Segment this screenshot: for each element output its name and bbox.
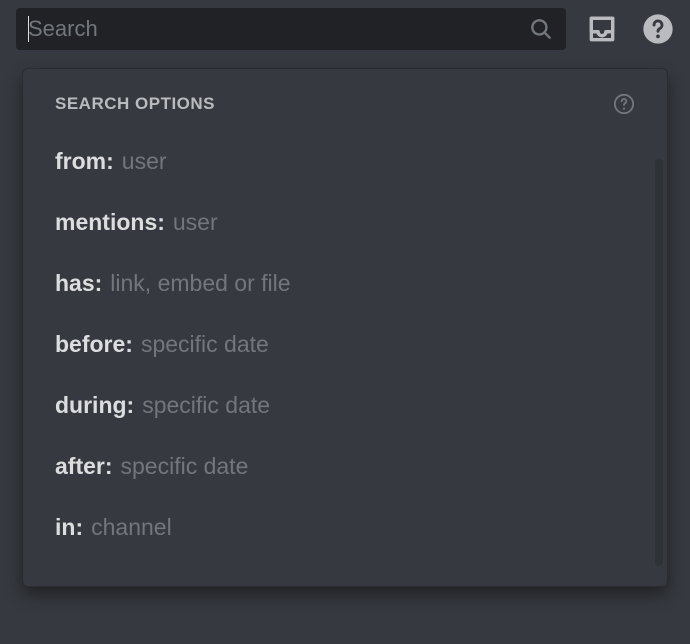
header-icons: [586, 13, 674, 45]
search-icon: [528, 16, 554, 42]
option-key: has:: [55, 270, 102, 297]
search-option-in[interactable]: in: channel: [23, 497, 667, 558]
search-help-icon[interactable]: [613, 93, 635, 115]
search-options-dropdown: SEARCH OPTIONS from: user mentions: user…: [22, 68, 668, 587]
search-option-before[interactable]: before: specific date: [23, 314, 667, 375]
option-key: during:: [55, 392, 134, 419]
scrollbar[interactable]: [655, 159, 663, 566]
option-value: specific date: [142, 392, 270, 419]
option-value: link, embed or file: [110, 270, 290, 297]
search-option-from[interactable]: from: user: [23, 131, 667, 192]
option-value: specific date: [121, 453, 249, 480]
search-container[interactable]: [16, 8, 566, 50]
text-cursor: [28, 16, 29, 42]
search-options-list: from: user mentions: user has: link, emb…: [23, 131, 667, 558]
option-value: channel: [91, 514, 172, 541]
option-key: after:: [55, 453, 113, 480]
option-value: specific date: [141, 331, 269, 358]
option-key: from:: [55, 148, 114, 175]
search-option-during[interactable]: during: specific date: [23, 375, 667, 436]
search-option-after[interactable]: after: specific date: [23, 436, 667, 497]
dropdown-header: SEARCH OPTIONS: [23, 93, 667, 131]
help-icon[interactable]: [642, 13, 674, 45]
search-option-mentions[interactable]: mentions: user: [23, 192, 667, 253]
option-key: mentions:: [55, 209, 165, 236]
dropdown-title: SEARCH OPTIONS: [55, 94, 215, 114]
option-value: user: [173, 209, 218, 236]
option-key: in:: [55, 514, 83, 541]
option-key: before:: [55, 331, 133, 358]
header-bar: [0, 0, 690, 58]
inbox-icon[interactable]: [586, 13, 618, 45]
option-value: user: [122, 148, 167, 175]
search-option-has[interactable]: has: link, embed or file: [23, 253, 667, 314]
search-input[interactable]: [28, 16, 528, 42]
